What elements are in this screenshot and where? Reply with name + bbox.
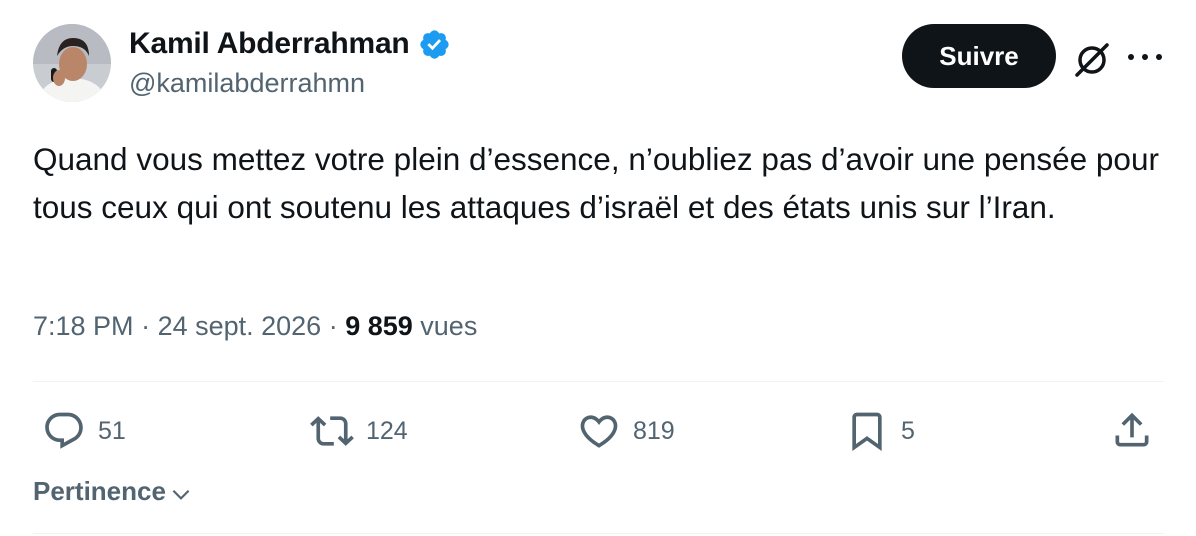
reply-icon [45, 412, 83, 449]
grok-icon[interactable] [1072, 40, 1112, 80]
bookmark-count: 5 [901, 416, 915, 445]
follow-button[interactable]: Suivre [902, 24, 1056, 88]
tweet-detail: Kamil Abderrahman @kamilabderrahmn Suivr… [0, 0, 1196, 536]
reply-count: 51 [98, 416, 126, 445]
sort-dropdown[interactable]: Pertinence [33, 476, 194, 507]
verified-badge-icon[interactable] [418, 28, 451, 61]
more-dot [1156, 54, 1162, 60]
heart-icon [580, 415, 618, 448]
more-dot [1142, 54, 1148, 60]
more-icon[interactable] [1128, 42, 1162, 72]
bookmark-button[interactable]: 5 [845, 408, 915, 454]
chevron-down-icon [172, 489, 190, 500]
repost-button[interactable]: 124 [310, 408, 408, 454]
reply-button[interactable]: 51 [42, 408, 126, 454]
sort-label: Pertinence [33, 476, 166, 506]
tweet-meta: 7:18 PM · 24 sept. 2026 · 9 859 vues [33, 311, 477, 342]
more-dot [1128, 54, 1134, 60]
repost-icon [310, 416, 354, 446]
tweet-date[interactable]: 24 sept. 2026 [158, 311, 322, 342]
avatar[interactable] [33, 24, 111, 102]
repost-count: 124 [366, 416, 408, 445]
share-icon[interactable] [1110, 408, 1154, 452]
meta-separator: · [133, 311, 158, 341]
author-name-row[interactable]: Kamil Abderrahman [129, 26, 451, 61]
author-handle[interactable]: @kamilabderrahmn [129, 68, 365, 99]
like-button[interactable]: 819 [577, 408, 675, 454]
divider [33, 381, 1164, 382]
tweet-text: Quand vous mettez votre plein d’essence,… [33, 141, 1159, 225]
meta-separator: · [321, 311, 346, 341]
tweet-time[interactable]: 7:18 PM [33, 311, 134, 342]
views-label: vues [412, 311, 478, 341]
views-count[interactable]: 9 859 [345, 311, 413, 342]
author-display-name[interactable]: Kamil Abderrahman [129, 27, 410, 61]
bookmark-icon [852, 412, 882, 452]
like-count: 819 [633, 416, 675, 445]
divider [33, 533, 1164, 534]
